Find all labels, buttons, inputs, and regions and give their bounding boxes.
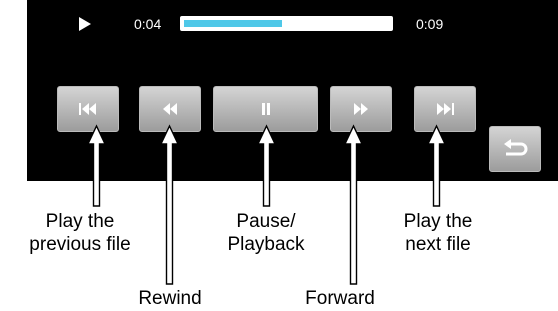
callout-previous-label: Play the previous file — [29, 211, 131, 255]
callout-forward-label: Forward — [305, 288, 375, 309]
callout-arrow-rewind — [159, 124, 180, 285]
callout-arrow-pause — [256, 124, 277, 207]
callout-arrow-previous — [86, 124, 107, 207]
callout-arrow-next — [426, 124, 447, 207]
callout-arrow-forward — [343, 124, 364, 285]
callout-rewind-label: Rewind — [138, 288, 202, 309]
callout-arrows — [86, 124, 447, 285]
callout-pause-label: Pause/ Playback — [227, 211, 305, 255]
callout-next-label: Play the next file — [403, 211, 473, 255]
